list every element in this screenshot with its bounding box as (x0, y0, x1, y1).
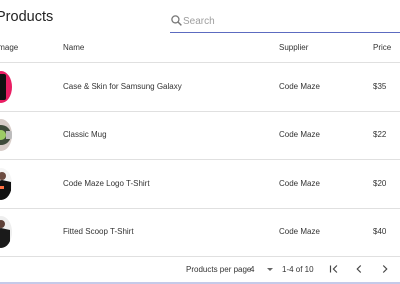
search-box[interactable] (170, 12, 400, 33)
tshirt-thumbnail (0, 168, 12, 200)
phone-case-thumbnail (0, 71, 12, 103)
column-header-name[interactable]: Name (63, 43, 84, 52)
tshirt-thumbnail (0, 216, 12, 248)
page-title: Products (0, 9, 54, 25)
product-price: $20 (373, 179, 387, 188)
pagination-range: 1-4 of 10 (282, 265, 314, 274)
product-supplier: Code Maze (279, 227, 320, 236)
search-input[interactable] (183, 13, 393, 29)
next-page-icon[interactable] (378, 262, 392, 276)
product-supplier: Code Maze (279, 82, 320, 91)
product-supplier: Code Maze (279, 130, 320, 139)
product-name: Fitted Scoop T-Shirt (63, 227, 134, 236)
previous-page-icon[interactable] (352, 262, 366, 276)
first-page-icon[interactable] (327, 262, 341, 276)
product-supplier: Code Maze (279, 179, 320, 188)
column-header-supplier[interactable]: Supplier (279, 43, 308, 52)
table-pagination: Products per page 4 1-4 of 10 (0, 257, 400, 283)
table-row[interactable]: Case & Skin for Samsung Galaxy Code Maze… (0, 63, 400, 112)
product-price: $40 (373, 227, 387, 236)
rows-per-page-label: Products per page (186, 265, 252, 274)
table-row[interactable]: Fitted Scoop T-Shirt Code Maze $40 (0, 208, 400, 257)
product-price: $35 (373, 82, 387, 91)
product-name: Case & Skin for Samsung Galaxy (63, 82, 182, 91)
table-header: Image Name Supplier Price (0, 38, 400, 63)
table-row[interactable]: Classic Mug Code Maze $22 (0, 111, 400, 160)
rows-per-page-select[interactable]: 4 (250, 265, 254, 274)
product-name: Code Maze Logo T-Shirt (63, 179, 150, 188)
column-header-image[interactable]: Image (0, 43, 18, 52)
search-icon (171, 15, 182, 26)
table-row[interactable]: Code Maze Logo T-Shirt Code Maze $20 (0, 160, 400, 209)
product-price: $22 (373, 130, 387, 139)
dropdown-arrow-icon[interactable] (267, 268, 273, 271)
product-name: Classic Mug (63, 130, 107, 139)
mug-thumbnail (0, 119, 12, 151)
column-header-price[interactable]: Price (373, 43, 391, 52)
